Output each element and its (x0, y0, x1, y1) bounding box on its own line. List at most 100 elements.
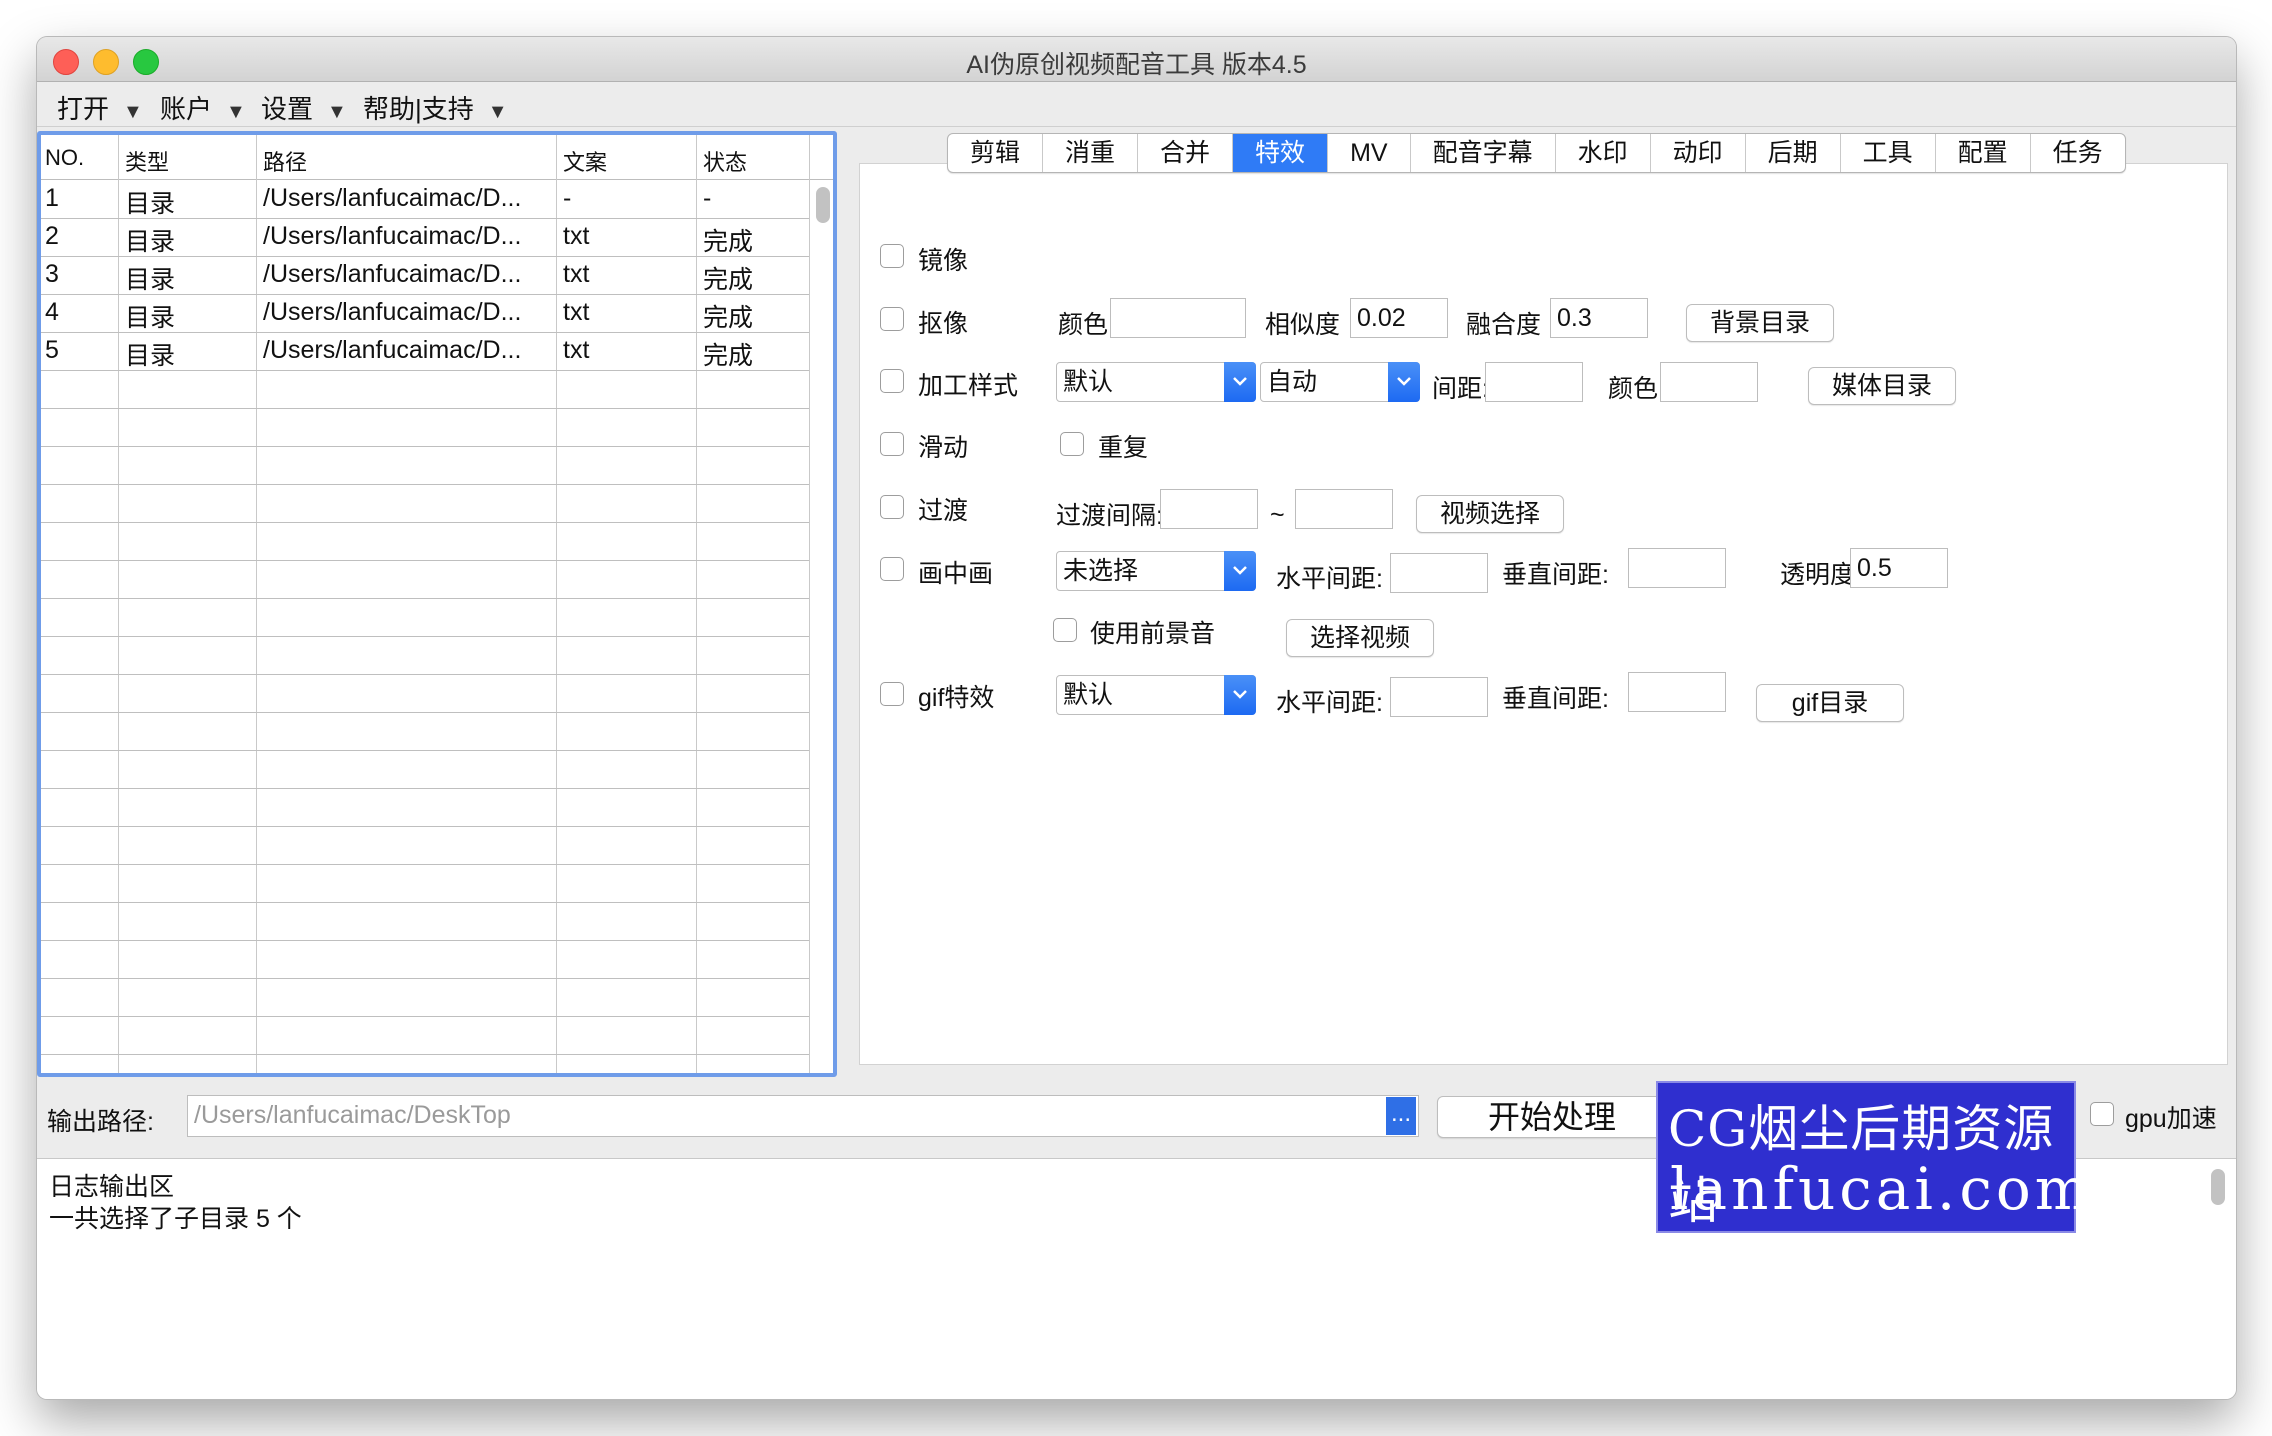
table-row[interactable] (41, 599, 809, 637)
transition-from-input[interactable] (1160, 489, 1258, 529)
col-header-path[interactable]: 路径 (263, 145, 307, 177)
table-row[interactable]: 2 目录/Users/lanfucaimac/D... txt 完成 (41, 219, 809, 257)
pip-checkbox[interactable] (880, 557, 904, 581)
menu-account[interactable]: 账户 ▼ (160, 89, 246, 126)
gif-dir-button[interactable]: gif目录 (1756, 684, 1904, 722)
tab-tools[interactable]: 工具 (1841, 134, 1936, 172)
table-row[interactable] (41, 865, 809, 903)
tab-dub-subtitle[interactable]: 配音字幕 (1411, 134, 1556, 172)
tab-tasks[interactable]: 任务 (2031, 134, 2125, 172)
v-spacing-input[interactable] (1628, 548, 1726, 588)
tab-effects[interactable]: 特效 (1233, 134, 1329, 172)
repeat-label: 重复 (1098, 434, 1149, 462)
tab-config[interactable]: 配置 (1936, 134, 2031, 172)
spacing-input[interactable] (1485, 362, 1583, 402)
effects-panel: 镜像 抠像 颜色 相似度 0.02 融合度 0.3 背景目录 加工样式 默认 自… (845, 131, 2236, 1077)
gpu-checkbox[interactable] (2090, 1102, 2114, 1126)
table-scrollbar[interactable] (816, 187, 830, 223)
process-style-label: 加工样式 (918, 372, 1019, 400)
table-row[interactable] (41, 561, 809, 599)
menu-arrow-icon: ▼ (327, 101, 347, 123)
tab-dedupe[interactable]: 消重 (1043, 134, 1139, 172)
table-row[interactable] (41, 827, 809, 865)
gif-h-spacing-label: 水平间距: (1276, 689, 1383, 717)
blend-input[interactable]: 0.3 (1550, 298, 1648, 338)
table-row[interactable] (41, 789, 809, 827)
repeat-checkbox[interactable] (1060, 432, 1084, 456)
table-cell: 1 (45, 184, 59, 212)
table-cell: 目录 (125, 228, 176, 256)
start-process-button[interactable]: 开始处理 (1437, 1096, 1667, 1138)
table-row[interactable] (41, 523, 809, 561)
gif-checkbox[interactable] (880, 682, 904, 706)
watermark-line2: lanfucai.com (1670, 1155, 2094, 1223)
chevron-down-icon (1224, 551, 1256, 591)
use-fg-audio-checkbox[interactable] (1053, 618, 1077, 642)
col-header-no[interactable]: NO. (45, 145, 84, 171)
browse-button[interactable]: ... (1386, 1097, 1416, 1135)
watermark-logo: CG烟尘后期资源站 lanfucai.com (1656, 1081, 2090, 1233)
slide-checkbox[interactable] (880, 432, 904, 456)
select-video-button[interactable]: 选择视频 (1286, 619, 1434, 657)
table-row[interactable]: 3 目录/Users/lanfucaimac/D... txt 完成 (41, 257, 809, 295)
log-scrollbar[interactable] (2211, 1169, 2225, 1205)
table-row[interactable] (41, 637, 809, 675)
table-row[interactable] (41, 409, 809, 447)
table-row[interactable] (41, 447, 809, 485)
table-row[interactable]: 4 目录/Users/lanfucaimac/D... txt 完成 (41, 295, 809, 333)
table-row[interactable] (41, 675, 809, 713)
tab-edit[interactable]: 剪辑 (948, 134, 1044, 172)
table-row[interactable] (41, 485, 809, 523)
keying-checkbox[interactable] (880, 307, 904, 331)
video-select-button[interactable]: 视频选择 (1416, 495, 1564, 533)
pip-select[interactable]: 未选择 (1056, 551, 1256, 591)
tab-merge[interactable]: 合并 (1138, 134, 1234, 172)
table-header: NO. 类型 路径 文案 状态 (41, 135, 833, 180)
style-select[interactable]: 默认 (1056, 362, 1256, 402)
col-header-status[interactable]: 状态 (703, 145, 747, 177)
gif-select[interactable]: 默认 (1056, 675, 1256, 715)
gif-h-spacing-input[interactable] (1390, 677, 1488, 717)
table-row[interactable]: 5 目录/Users/lanfucaimac/D... txt 完成 (41, 333, 809, 371)
gpu-label: gpu加速 (2125, 1105, 2217, 1133)
color2-input[interactable] (1660, 362, 1758, 402)
table-row[interactable] (41, 979, 809, 1017)
tab-mv[interactable]: MV (1328, 134, 1411, 172)
h-spacing-input[interactable] (1390, 553, 1488, 593)
gif-v-spacing-input[interactable] (1628, 672, 1726, 712)
table-cell: 完成 (703, 304, 754, 332)
output-path-input[interactable]: /Users/lanfucaimac/DeskTop (187, 1095, 1419, 1137)
menu-help[interactable]: 帮助|支持 ▼ (363, 89, 508, 126)
similarity-input[interactable]: 0.02 (1350, 298, 1448, 338)
table-row[interactable]: 1 目录/Users/lanfucaimac/D... - - (41, 181, 809, 219)
table-cell: /Users/lanfucaimac/D... (263, 184, 522, 212)
transition-checkbox[interactable] (880, 495, 904, 519)
keying-label: 抠像 (918, 310, 969, 338)
menu-settings[interactable]: 设置 ▼ (261, 89, 347, 126)
auto-select[interactable]: 自动 (1260, 362, 1420, 402)
col-header-copy[interactable]: 文案 (563, 145, 607, 177)
transition-label: 过渡 (918, 497, 969, 525)
table-row[interactable] (41, 371, 809, 409)
tab-motion-stamp[interactable]: 动印 (1651, 134, 1746, 172)
process-style-checkbox[interactable] (880, 369, 904, 393)
task-table[interactable]: NO. 类型 路径 文案 状态 1 目录/Users/lanfucaimac/D.… (37, 131, 837, 1093)
mirror-checkbox[interactable] (880, 244, 904, 268)
menu-open[interactable]: 打开 ▼ (57, 89, 143, 126)
table-row[interactable] (41, 751, 809, 789)
tab-post[interactable]: 后期 (1746, 134, 1841, 172)
color-input[interactable] (1110, 298, 1246, 338)
opacity-input[interactable]: 0.5 (1850, 548, 1948, 588)
media-dir-button[interactable]: 媒体目录 (1808, 367, 1956, 405)
table-cell: 目录 (125, 266, 176, 294)
bg-dir-button[interactable]: 背景目录 (1686, 304, 1834, 342)
table-row[interactable] (41, 941, 809, 979)
transition-to-input[interactable] (1295, 489, 1393, 529)
use-fg-audio-label: 使用前景音 (1090, 620, 1216, 648)
table-row[interactable] (41, 713, 809, 751)
color2-label: 颜色: (1608, 375, 1665, 403)
tab-watermark[interactable]: 水印 (1556, 134, 1651, 172)
col-header-type[interactable]: 类型 (125, 145, 169, 177)
table-row[interactable] (41, 1017, 809, 1055)
table-row[interactable] (41, 903, 809, 941)
